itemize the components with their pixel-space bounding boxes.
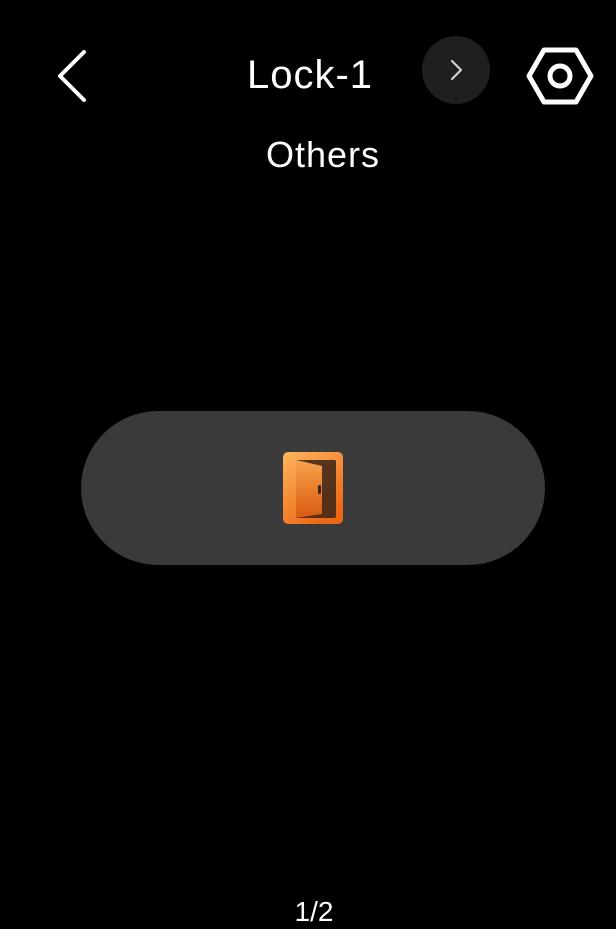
page-subtitle: Others (265, 134, 381, 175)
unlock-door-button[interactable] (81, 411, 545, 565)
back-button[interactable] (44, 44, 100, 108)
chevron-left-icon (58, 50, 86, 102)
page-indicator: 1/2 (294, 896, 334, 927)
settings-button[interactable] (522, 38, 598, 114)
next-lock-button[interactable] (422, 36, 490, 104)
chevron-right-icon (450, 59, 463, 81)
hexagon-gear-icon (526, 47, 594, 105)
door-open-icon (283, 452, 343, 524)
page-title: Lock-1 (246, 53, 374, 97)
